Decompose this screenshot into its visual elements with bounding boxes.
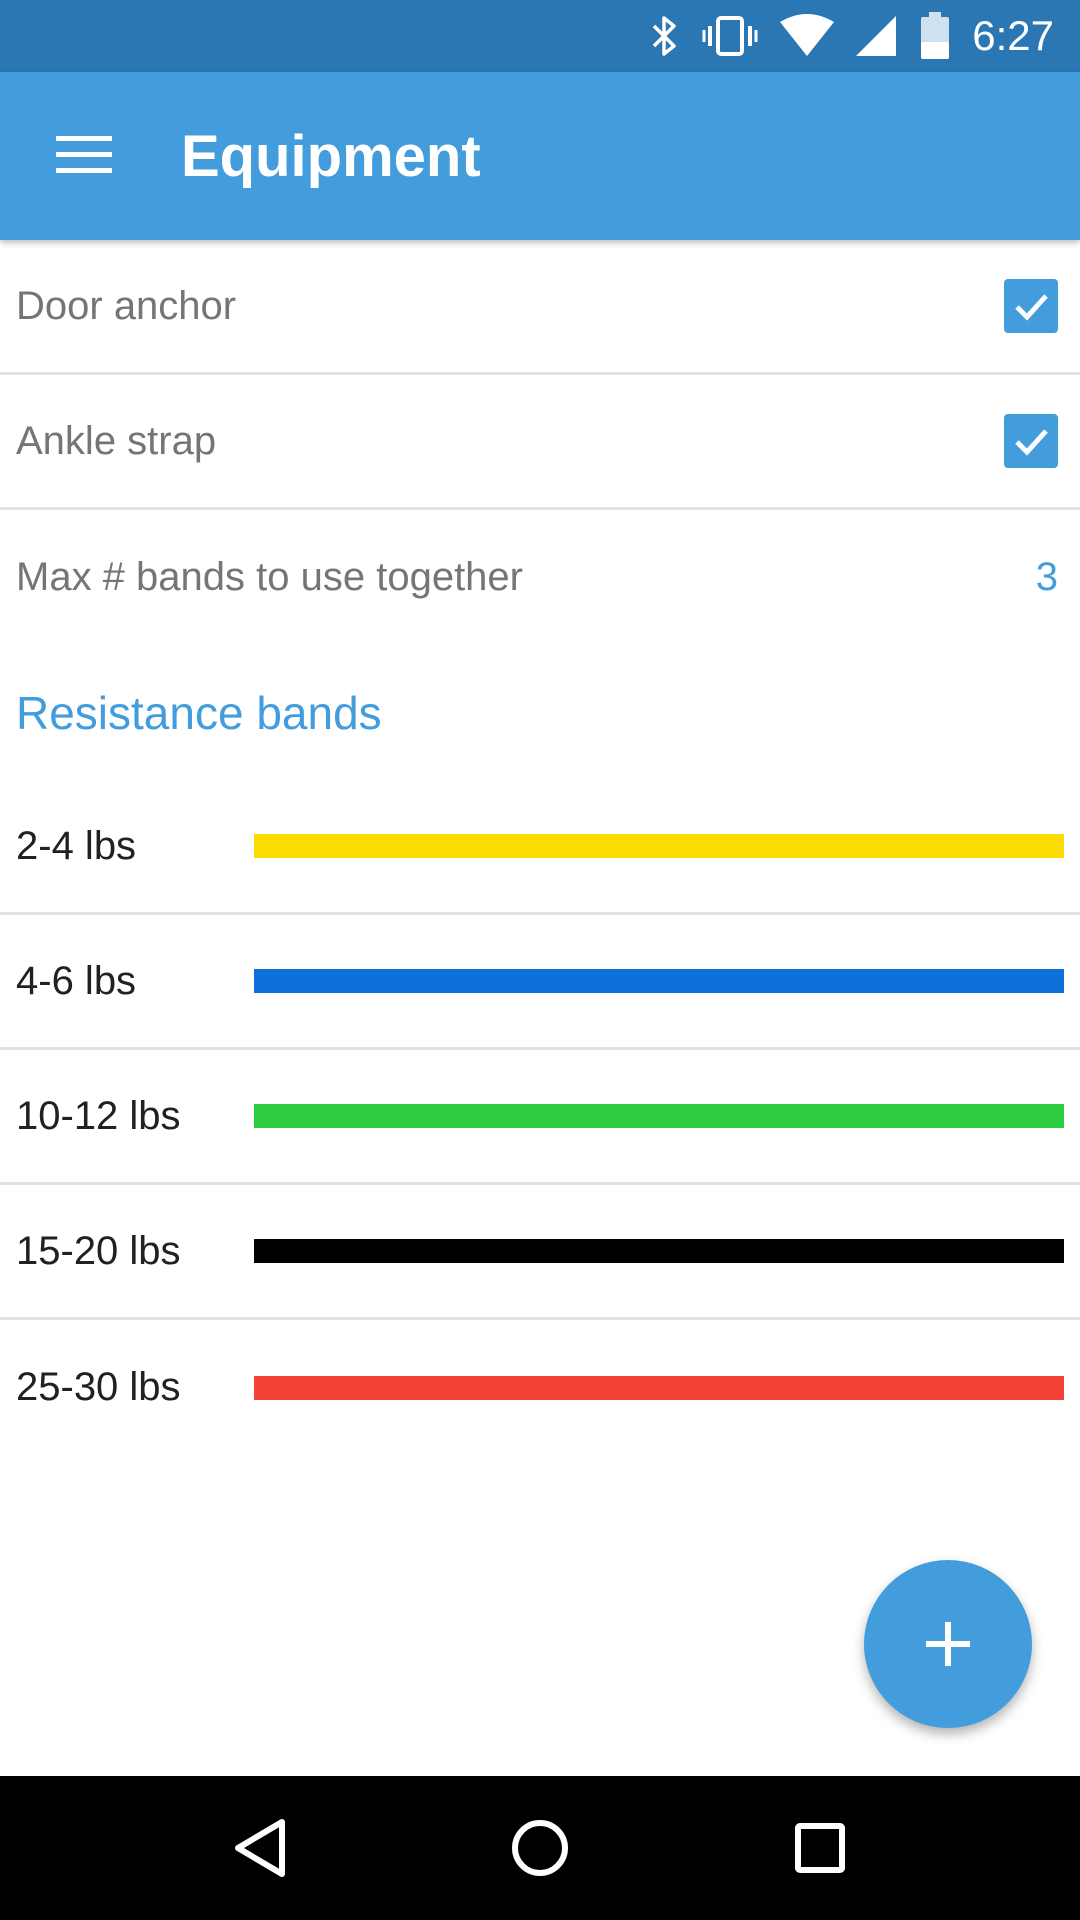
- page-title: Equipment: [181, 123, 481, 189]
- resistance-bands-header: Resistance bands: [16, 686, 382, 739]
- add-band-button[interactable]: [864, 1560, 1032, 1728]
- nav-bar: [0, 1776, 1080, 1920]
- band-color-bar[interactable]: [254, 969, 1064, 993]
- screen: 6:27 Equipment Door anchor Ankle strap M…: [0, 0, 1080, 1920]
- checkmark-icon: [1015, 429, 1048, 456]
- checkmark-icon: [1015, 294, 1048, 321]
- equipment-list: Door anchor Ankle strap Max # bands to u…: [0, 240, 1080, 1455]
- band-label: 2-4 lbs: [16, 823, 137, 868]
- band-row[interactable]: 15-20 lbs: [0, 1185, 1080, 1320]
- band-color-bar[interactable]: [254, 1239, 1064, 1263]
- recents-icon: [795, 1823, 845, 1873]
- battery-icon: [920, 12, 950, 60]
- band-row[interactable]: 10-12 lbs: [0, 1050, 1080, 1185]
- vibrate-icon: [702, 14, 758, 58]
- band-color-bar[interactable]: [254, 1104, 1064, 1128]
- band-row[interactable]: 4-6 lbs: [0, 915, 1080, 1050]
- equipment-row-ankle-strap[interactable]: Ankle strap: [0, 375, 1080, 510]
- max-bands-row[interactable]: Max # bands to use together 3: [0, 510, 1080, 645]
- status-bar: 6:27: [0, 0, 1080, 72]
- wifi-icon: [780, 14, 835, 58]
- bluetooth-icon: [650, 14, 680, 58]
- nav-home-button[interactable]: [468, 1776, 612, 1920]
- band-label: 4-6 lbs: [16, 958, 137, 1003]
- band-list: 2-4 lbs 4-6 lbs 10-12 lbs 15-20 lbs 25-30 lb…: [0, 780, 1080, 1455]
- max-bands-label: Max # bands to use together: [16, 555, 523, 599]
- nav-recents-button[interactable]: [748, 1776, 892, 1920]
- band-label: 25-30 lbs: [16, 1365, 181, 1409]
- app-bar: Equipment: [0, 72, 1080, 240]
- status-time: 6:27: [972, 12, 1054, 59]
- max-bands-value[interactable]: 3: [1036, 555, 1058, 600]
- door-anchor-checkbox[interactable]: [1004, 279, 1058, 333]
- nav-back-button[interactable]: [188, 1776, 332, 1920]
- home-icon: [512, 1820, 568, 1876]
- equipment-label: Ankle strap: [16, 418, 217, 463]
- band-label: 10-12 lbs: [16, 1093, 181, 1138]
- menu-button[interactable]: [0, 72, 168, 240]
- back-icon: [235, 1819, 285, 1877]
- hamburger-menu-icon: [56, 134, 112, 179]
- equipment-row-door-anchor[interactable]: Door anchor: [0, 240, 1080, 375]
- ankle-strap-checkbox[interactable]: [1004, 414, 1058, 468]
- band-color-bar[interactable]: [254, 1375, 1064, 1400]
- band-row[interactable]: 2-4 lbs: [0, 780, 1080, 915]
- band-label: 15-20 lbs: [16, 1228, 181, 1273]
- band-row[interactable]: 25-30 lbs: [0, 1320, 1080, 1455]
- cell-signal-icon: [856, 14, 898, 58]
- plus-icon: [926, 1622, 970, 1666]
- band-color-bar[interactable]: [254, 834, 1064, 858]
- equipment-label: Door anchor: [16, 283, 237, 328]
